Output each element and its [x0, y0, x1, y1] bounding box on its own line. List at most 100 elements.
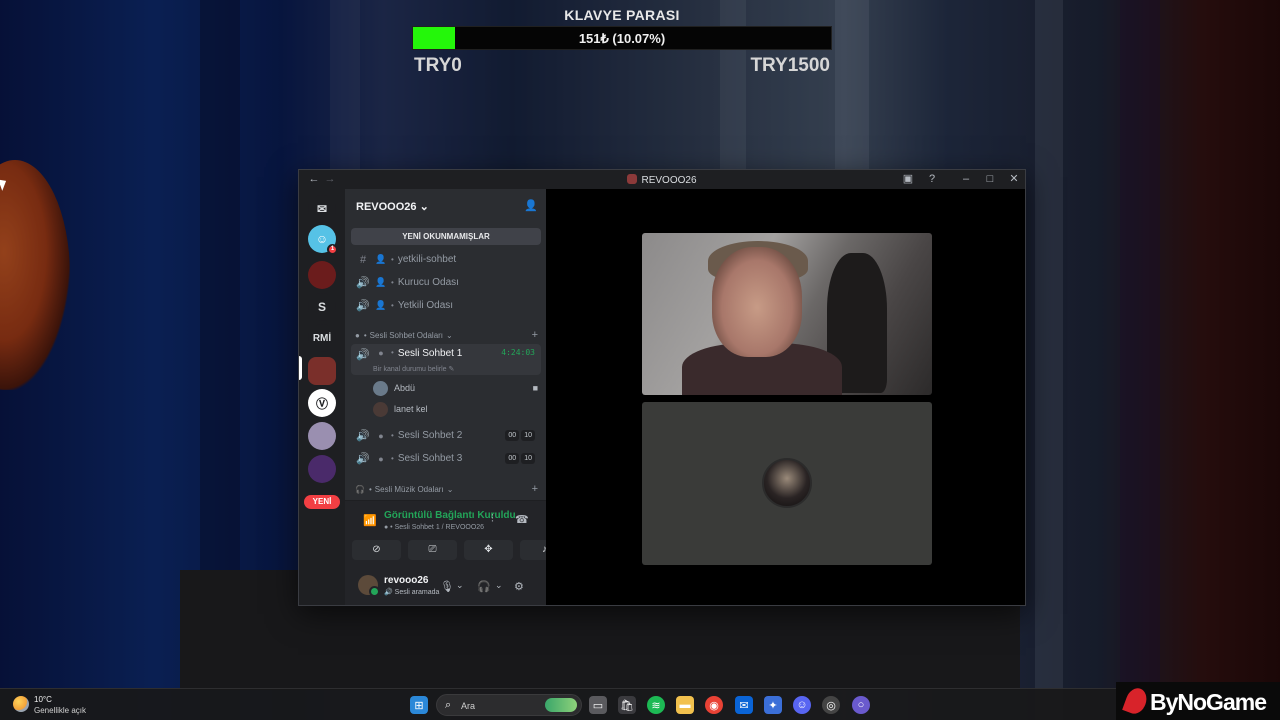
- mail-icon[interactable]: ✉: [735, 696, 753, 714]
- chevron-down-icon[interactable]: ⌄: [456, 580, 464, 591]
- voice-user-lanet-kel[interactable]: lanet kel: [373, 399, 538, 419]
- noise-suppression-icon[interactable]: ⫶: [491, 513, 494, 526]
- weather-description[interactable]: Genellikle açık: [34, 706, 86, 715]
- server-icon-1[interactable]: [308, 261, 336, 289]
- bubble-icon: ●: [384, 524, 389, 531]
- camera-off-button[interactable]: ⊘: [352, 540, 401, 560]
- category-icon: ●: [355, 330, 360, 340]
- task-view-icon[interactable]: ▭: [589, 696, 607, 714]
- server-icon-v[interactable]: Ⓥ: [308, 389, 336, 417]
- taskbar-search[interactable]: ⌕ Ara: [436, 694, 582, 716]
- channel-sesli-sohbet-2[interactable]: 🔊 ● • Sesli Sohbet 2 00 10: [351, 425, 541, 446]
- server-icon-rmi[interactable]: RMİ: [308, 324, 336, 352]
- chevron-down-icon: ⌄: [446, 330, 453, 340]
- channel-yetkili-odasi[interactable]: 🔊 👤 • Yetkili Odası: [351, 295, 541, 316]
- user-icon: 👤: [375, 254, 387, 264]
- audio-tile-lanet-kel[interactable]: [642, 402, 932, 565]
- server-icon-s[interactable]: S: [308, 293, 336, 321]
- settings-gear-icon[interactable]: ⚙: [514, 580, 524, 593]
- server-avatar-icon: [627, 174, 638, 184]
- bubble-icon: ●: [378, 453, 384, 464]
- obs-icon[interactable]: ◎: [822, 696, 840, 714]
- category-sesli-muzik[interactable]: 🎧 • Sesli Müzik Odaları ⌄ +: [355, 482, 538, 496]
- chevron-down-icon: ⌄: [419, 201, 429, 213]
- call-timer: 4:24:03: [501, 348, 535, 357]
- screen-share-button[interactable]: ⎚: [408, 540, 457, 560]
- window-titlebar: ← → REVOOO26 ▣ ? – □ ✕: [299, 170, 1025, 189]
- server-icon-dobbo[interactable]: [308, 455, 336, 483]
- disconnect-icon[interactable]: ☎: [515, 513, 529, 526]
- add-channel-icon[interactable]: +: [532, 329, 538, 341]
- category-sesli-sohbet[interactable]: ● • Sesli Sohbet Odaları ⌄ +: [355, 328, 538, 342]
- user-count: 00: [505, 453, 520, 464]
- notification-badge: 1: [327, 244, 338, 255]
- video-tile-abdu[interactable]: [642, 233, 932, 395]
- signal-icon[interactable]: 📶: [363, 514, 377, 527]
- activities-button[interactable]: ✥: [464, 540, 513, 560]
- window-title: REVOOO26: [299, 174, 1025, 186]
- server-icon-art[interactable]: [308, 422, 336, 450]
- speaker-active-icon: 🔊: [356, 349, 370, 361]
- headphones-icon[interactable]: 🎧: [477, 580, 491, 593]
- close-icon[interactable]: ✕: [1007, 172, 1021, 186]
- bynogame-logo-icon: [1122, 685, 1150, 717]
- inbox-icon[interactable]: ▣: [901, 172, 915, 186]
- server-name[interactable]: REVOOO26 ⌄: [356, 200, 429, 213]
- app-circle-icon[interactable]: ○: [852, 696, 870, 714]
- user-panel: revooo26 🔊 Sesli aramada 🎙 ⌄ 🎧 ⌄ ⚙: [345, 569, 546, 605]
- chrome-icon[interactable]: ◉: [705, 696, 723, 714]
- windows-start-icon[interactable]: ⊞: [410, 696, 428, 714]
- microphone-icon[interactable]: 🎙: [440, 580, 454, 593]
- brand-watermark: ByNoGame: [1116, 682, 1280, 720]
- headphones-icon: 🎧: [355, 484, 365, 494]
- windows-taskbar: 10°C Genellikle açık ⊞ ⌕ Ara ▭ 🛍 ≋ ▬ ◉ ✉…: [0, 688, 1280, 720]
- avatar: [373, 401, 388, 417]
- pencil-icon: ✎: [448, 366, 455, 373]
- app-icon[interactable]: ✦: [764, 696, 782, 714]
- channel-sidebar: REVOOO26 ⌄ 👤 YENİ OKUNMAMIŞLAR # 👤 • yet…: [345, 189, 569, 605]
- bubble-icon: ●: [378, 348, 384, 358]
- discord-home-icon[interactable]: ✉: [308, 195, 336, 223]
- avatar[interactable]: [358, 575, 380, 597]
- server-header[interactable]: REVOOO26 ⌄ 👤: [345, 189, 546, 223]
- avatar: [762, 458, 812, 508]
- spotify-icon[interactable]: ≋: [647, 696, 665, 714]
- server-icon-active[interactable]: [308, 357, 336, 385]
- chevron-down-icon[interactable]: ⌄: [495, 580, 503, 591]
- search-highlight-icon: [545, 698, 577, 712]
- goal-title: KLAVYE PARASI: [564, 7, 680, 23]
- new-unreads-button[interactable]: YENİ OKUNMAMIŞLAR: [351, 228, 541, 245]
- weather-temperature[interactable]: 10°C: [34, 695, 52, 704]
- store-icon[interactable]: 🛍: [618, 696, 636, 714]
- invite-user-icon[interactable]: 👤: [524, 199, 538, 213]
- speaker-icon: 🔊: [384, 589, 393, 596]
- chevron-down-icon: ⌄: [446, 484, 454, 494]
- add-channel-icon[interactable]: +: [532, 483, 538, 495]
- channel-status-prompt[interactable]: Bir kanal durumu belirle ✎: [373, 365, 454, 373]
- speaker-icon: 🔊: [356, 430, 370, 442]
- file-explorer-icon[interactable]: ▬: [676, 696, 694, 714]
- hash-icon: #: [359, 253, 367, 266]
- weather-sun-icon[interactable]: [13, 696, 29, 712]
- minimize-icon[interactable]: –: [959, 172, 973, 186]
- channel-kurucu-odasi[interactable]: 🔊 👤 • Kurucu Odası: [351, 272, 541, 293]
- user-limit: 10: [521, 453, 535, 464]
- maximize-icon[interactable]: □: [983, 172, 997, 186]
- user-status: 🔊 Sesli aramada: [384, 589, 440, 596]
- connection-channel[interactable]: ● • Sesli Sohbet 1 / REVOOO26: [384, 524, 484, 531]
- dm-avatar[interactable]: ☺ 1: [308, 225, 338, 255]
- goal-max-label: TRY1500: [750, 55, 830, 76]
- username[interactable]: revooo26: [384, 575, 428, 586]
- channel-sesli-sohbet-3[interactable]: 🔊 ● • Sesli Sohbet 3 00 10: [351, 448, 541, 469]
- discord-icon[interactable]: ☺: [793, 696, 811, 714]
- voice-user-abdu[interactable]: Abdü ■: [373, 378, 538, 398]
- help-icon[interactable]: ?: [925, 172, 939, 186]
- call-stage: [546, 189, 1025, 605]
- discord-window: ← → REVOOO26 ▣ ? – □ ✕ ✉ ☺ 1 S RMİ Ⓥ YENİ…: [298, 169, 1026, 606]
- user-icon: 👤: [375, 300, 387, 310]
- speaker-icon: 🔊: [356, 277, 370, 289]
- channel-yetkili-sohbet[interactable]: # 👤 • yetkili-sohbet: [351, 249, 541, 270]
- new-servers-badge[interactable]: YENİ: [304, 495, 340, 509]
- connection-status[interactable]: Görüntülü Bağlantı Kuruldu: [384, 510, 516, 521]
- goal-progress-text: 151₺ (10.07%): [578, 31, 666, 46]
